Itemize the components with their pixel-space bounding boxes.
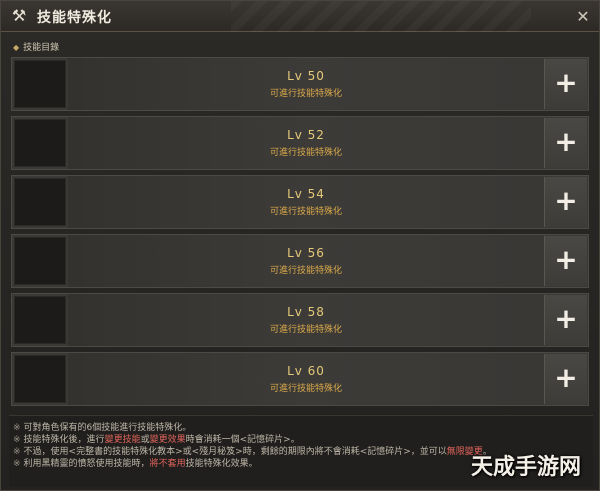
note-line: ※ 可對角色保有的6個技能進行技能特殊化。 xyxy=(13,422,589,434)
skill-row-lv52: Lv 52 可進行技能特殊化 + xyxy=(11,116,589,170)
title-bar: ⚒ 技能特殊化 ✕ xyxy=(1,1,599,32)
skill-slot[interactable] xyxy=(14,237,66,285)
row-description: 可進行技能特殊化 xyxy=(269,207,342,217)
row-description: 可進行技能特殊化 xyxy=(269,325,342,335)
crossed-hammers-icon: ⚒ xyxy=(11,6,27,25)
level-label: Lv 60 xyxy=(287,364,325,378)
row-description: 可進行技能特殊化 xyxy=(269,384,342,394)
section-label: ◆ 技能目錄 xyxy=(13,40,59,53)
row-info: Lv 60 可進行技能特殊化 xyxy=(68,353,544,405)
watermark-logo: 天成手游网 xyxy=(471,455,582,480)
row-info: Lv 50 可進行技能特殊化 xyxy=(68,58,544,110)
row-info: Lv 54 可進行技能特殊化 xyxy=(68,176,544,228)
skill-row-lv54: Lv 54 可進行技能特殊化 + xyxy=(11,175,589,229)
row-description: 可進行技能特殊化 xyxy=(269,148,342,158)
level-label: Lv 56 xyxy=(287,246,325,260)
skill-row-lv56: Lv 56 可進行技能特殊化 + xyxy=(11,234,589,288)
note-text: 利用黑精靈的憤怒使用技能時， xyxy=(23,459,150,469)
level-label: Lv 58 xyxy=(287,305,325,319)
skill-specialization-window: ⚒ 技能特殊化 ✕ ◆ 技能目錄 Lv 50 可進行技能特殊化 + Lv 52 可… xyxy=(0,0,600,491)
level-label: Lv 52 xyxy=(287,128,325,142)
note-text: 技能特殊化效果。 xyxy=(185,459,258,469)
skill-slot[interactable] xyxy=(14,178,66,226)
note-text: 時會消耗一個<記憶碎片>。 xyxy=(185,435,300,445)
row-info: Lv 58 可進行技能特殊化 xyxy=(68,294,544,346)
note-mark: ※ xyxy=(13,435,21,445)
add-skill-button[interactable]: + xyxy=(544,59,587,109)
section-label-text: 技能目錄 xyxy=(23,43,60,53)
title-decoration xyxy=(231,1,531,32)
note-highlight: 將不套用 xyxy=(149,459,186,469)
skill-row-lv60: Lv 60 可進行技能特殊化 + xyxy=(11,352,589,406)
note-text: 可對角色保有的6個技能進行技能特殊化。 xyxy=(23,423,192,433)
row-info: Lv 56 可進行技能特殊化 xyxy=(68,235,544,287)
level-label: Lv 50 xyxy=(287,69,325,83)
skill-row-lv58: Lv 58 可進行技能特殊化 + xyxy=(11,293,589,347)
add-skill-button[interactable]: + xyxy=(544,236,587,286)
note-line: ※ 技能特殊化後，進行變更技能或變更效果時會消耗一個<記憶碎片>。 xyxy=(13,434,589,446)
note-mark: ※ xyxy=(13,447,21,457)
row-description: 可進行技能特殊化 xyxy=(269,266,342,276)
diamond-icon: ◆ xyxy=(13,43,20,52)
note-highlight: 變更效果 xyxy=(149,435,186,445)
window-title: 技能特殊化 xyxy=(37,10,112,26)
row-info: Lv 52 可進行技能特殊化 xyxy=(68,117,544,169)
close-button[interactable]: ✕ xyxy=(573,7,593,27)
skill-slot[interactable] xyxy=(14,60,66,108)
note-mark: ※ xyxy=(13,423,21,433)
note-mark: ※ xyxy=(13,459,21,469)
add-skill-button[interactable]: + xyxy=(544,177,587,227)
skill-list: Lv 50 可進行技能特殊化 + Lv 52 可進行技能特殊化 + Lv 54 … xyxy=(11,57,589,411)
skill-row-lv50: Lv 50 可進行技能特殊化 + xyxy=(11,57,589,111)
note-text: 技能特殊化後，進行 xyxy=(23,435,105,445)
note-highlight: 變更技能 xyxy=(104,435,141,445)
skill-slot[interactable] xyxy=(14,119,66,167)
skill-slot[interactable] xyxy=(14,355,66,403)
add-skill-button[interactable]: + xyxy=(544,118,587,168)
note-text: 或 xyxy=(140,435,150,445)
skill-slot[interactable] xyxy=(14,296,66,344)
add-skill-button[interactable]: + xyxy=(544,295,587,345)
level-label: Lv 54 xyxy=(287,187,325,201)
add-skill-button[interactable]: + xyxy=(544,354,587,404)
row-description: 可進行技能特殊化 xyxy=(269,89,342,99)
note-text: 不過，使用<完整書的技能特殊化教本>或<殘月秘笈>時，剩餘的期限內將不會消耗<記… xyxy=(23,447,447,457)
